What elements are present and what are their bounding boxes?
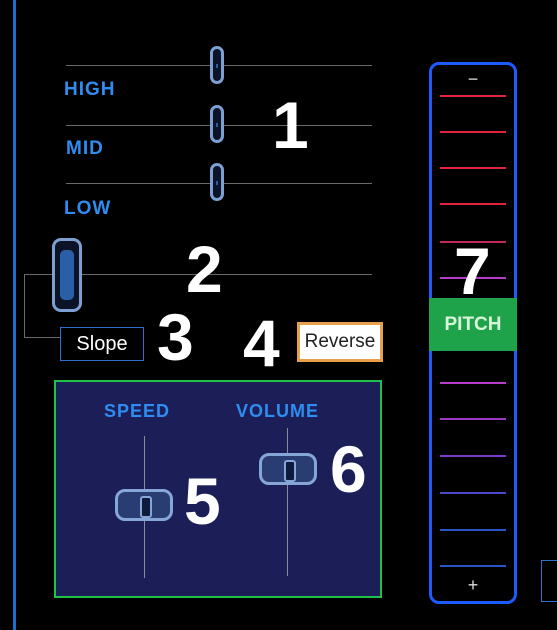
eq-mid-label: MID	[66, 138, 104, 159]
pitch-tick	[440, 455, 506, 457]
speed-label: SPEED	[104, 401, 171, 421]
offscreen-button-edge[interactable]	[541, 560, 557, 602]
callout-3: 3	[157, 300, 194, 374]
speed-slider-thumb[interactable]	[115, 489, 173, 521]
pitch-tick	[440, 565, 506, 567]
callout-2: 2	[186, 232, 223, 306]
slope-button[interactable]: Slope	[60, 327, 144, 361]
pitch-tick	[440, 418, 506, 420]
callout-5: 5	[184, 464, 221, 538]
pitch-tick	[440, 492, 506, 494]
pitch-minus-button[interactable]: −	[432, 69, 514, 90]
pitch-tick	[440, 167, 506, 169]
left-edge-bar	[13, 0, 16, 630]
pitch-tick	[440, 131, 506, 133]
volume-label: VOLUME	[236, 401, 320, 421]
pitch-tick	[440, 95, 506, 97]
slope-bracket-vertical	[24, 274, 25, 338]
speed-volume-panel: SPEED VOLUME 5 6	[54, 380, 382, 598]
eq-high-label: HIGH	[64, 79, 116, 100]
callout-7: 7	[454, 234, 491, 308]
pitch-tick	[440, 382, 506, 384]
volume-slider-thumb[interactable]	[259, 453, 317, 485]
filter-knob[interactable]	[52, 238, 82, 312]
volume-track	[287, 428, 288, 576]
eq-low-knob[interactable]	[210, 163, 224, 201]
pitch-tick	[440, 203, 506, 205]
callout-6: 6	[330, 432, 367, 506]
eq-high-knob[interactable]	[210, 46, 224, 84]
eq-low-label: LOW	[64, 198, 112, 219]
filter-knob-grip	[60, 250, 74, 300]
pitch-tick	[440, 529, 506, 531]
reverse-button[interactable]: Reverse	[297, 322, 383, 362]
callout-1: 1	[272, 88, 309, 162]
callout-4: 4	[243, 306, 280, 380]
eq-mid-knob[interactable]	[210, 105, 224, 143]
slope-bracket-horizontal	[24, 337, 60, 338]
pitch-plus-button[interactable]: +	[432, 575, 514, 596]
pitch-fader[interactable]: − PITCH +	[429, 62, 517, 604]
